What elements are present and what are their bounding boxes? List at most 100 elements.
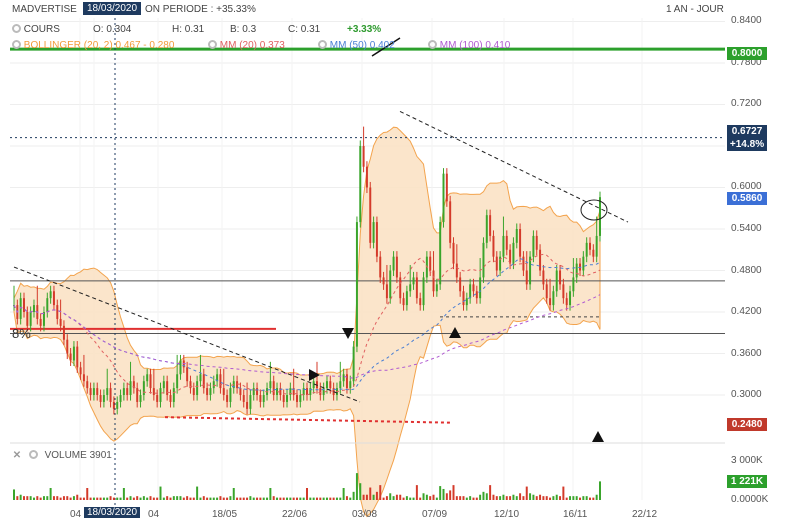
y-tick-label: 0.5400 <box>731 223 762 234</box>
cours-row: COURS <box>12 24 60 35</box>
volume-bar <box>392 496 395 500</box>
settings-icon[interactable] <box>28 450 38 459</box>
cursor-date-tag: 18/03/2020 <box>83 2 142 15</box>
volume-bar <box>106 497 109 500</box>
candle <box>599 191 601 242</box>
volume-bar <box>425 494 428 500</box>
open-value: O: 0.304 <box>93 24 132 35</box>
volume-bar <box>315 497 318 500</box>
volume-last-tag: 1 221K <box>727 475 767 488</box>
volume-bar <box>505 496 508 500</box>
volume-bar <box>472 497 475 500</box>
volume-bar <box>489 485 492 500</box>
candle <box>485 209 488 249</box>
volume-bar <box>306 488 308 500</box>
volume-bar <box>435 497 438 500</box>
resistance-tag: 0.8000 <box>727 47 767 60</box>
gear-icon[interactable] <box>318 40 327 49</box>
volume-bar <box>592 497 595 500</box>
gear-icon[interactable] <box>428 40 437 49</box>
volume-bar <box>96 497 99 500</box>
volume-bar <box>236 497 239 500</box>
gear-icon[interactable] <box>12 24 21 33</box>
volume-bar <box>452 485 455 500</box>
volume-bar <box>256 497 259 500</box>
volume-bar <box>369 487 372 500</box>
volume-bar <box>515 496 518 500</box>
close-value: C: 0.31 <box>288 24 321 35</box>
volume-bar <box>542 496 545 500</box>
x-tick-label: 12/10 <box>494 509 520 520</box>
candle <box>352 341 355 387</box>
volume-bar <box>509 496 512 500</box>
candle <box>482 237 485 283</box>
volume-bar <box>296 497 299 500</box>
close-icon[interactable]: ✕ <box>12 450 22 461</box>
volume-bar <box>182 497 185 500</box>
volume-bar <box>116 497 119 500</box>
volume-bar <box>22 496 25 500</box>
volume-bar <box>162 497 165 500</box>
volume-bar <box>482 491 485 500</box>
high-tag: 0.6727 <box>727 125 767 138</box>
volume-bar <box>585 496 588 500</box>
volume-bar <box>352 491 355 500</box>
volume-bar <box>13 489 15 500</box>
price-chart[interactable] <box>0 0 791 518</box>
volume-tick-max: 3 000K <box>731 455 763 466</box>
bollinger-label: BOLLINGER (20, 2) 0.467 - 0.280 <box>23 40 175 51</box>
volume-bar <box>519 493 522 500</box>
volume-bar <box>52 496 55 500</box>
volume-bar <box>212 497 215 500</box>
timeframe-label[interactable]: 1 AN - JOUR <box>666 4 724 15</box>
mm20-label: MM (20) 0.373 <box>219 40 285 51</box>
y-tick-label: 0.3600 <box>731 347 762 359</box>
volume-bar <box>409 497 412 500</box>
volume-bar <box>199 497 202 500</box>
gear-icon[interactable] <box>208 40 217 49</box>
volume-bar <box>122 488 125 500</box>
y-tick-label: 0.4800 <box>731 264 762 276</box>
volume-bar <box>179 496 182 500</box>
candle <box>369 181 372 249</box>
volume-bar <box>465 497 468 500</box>
volume-bar <box>152 497 155 500</box>
volume-bar <box>189 497 192 500</box>
volume-bar <box>559 496 562 500</box>
volume-bar <box>555 494 558 500</box>
x-tick-label: 22/06 <box>282 509 308 520</box>
volume-bar <box>232 488 235 500</box>
candle <box>355 216 358 353</box>
volume-bar <box>579 497 582 500</box>
volume-bar <box>276 497 279 500</box>
volume-bar <box>62 496 65 500</box>
volume-bar <box>59 497 62 500</box>
high-value: H: 0.31 <box>172 24 205 35</box>
volume-bar <box>246 497 249 500</box>
volume-bar <box>522 496 525 500</box>
volume-bar <box>206 497 209 500</box>
x-tick-label: 04 <box>148 509 160 520</box>
x-tick-label: 16/11 <box>563 509 588 520</box>
volume-bar <box>82 497 85 500</box>
x-tick-label: 03/08 <box>352 509 378 520</box>
candle <box>375 216 378 263</box>
volume-bar <box>192 497 195 500</box>
volume-bar <box>332 497 335 500</box>
volume-bar <box>319 497 322 500</box>
bollinger-legend: BOLLINGER (20, 2) 0.467 - 0.280 <box>12 40 174 51</box>
volume-bar <box>262 497 265 500</box>
volume-bar <box>76 494 79 500</box>
gear-icon[interactable] <box>12 40 21 49</box>
volume-bar <box>445 493 448 500</box>
volume-bar <box>126 497 129 500</box>
change-value: +3.33% <box>347 24 382 35</box>
volume-bar <box>32 497 35 500</box>
volume-bar <box>169 497 172 500</box>
volume-bar <box>266 497 269 500</box>
x-tick-label: 18/03/2020 <box>84 507 141 518</box>
volume-bar <box>132 497 135 500</box>
volume-bar <box>345 496 348 500</box>
volume-bar <box>229 496 232 500</box>
volume-bar <box>216 497 219 500</box>
